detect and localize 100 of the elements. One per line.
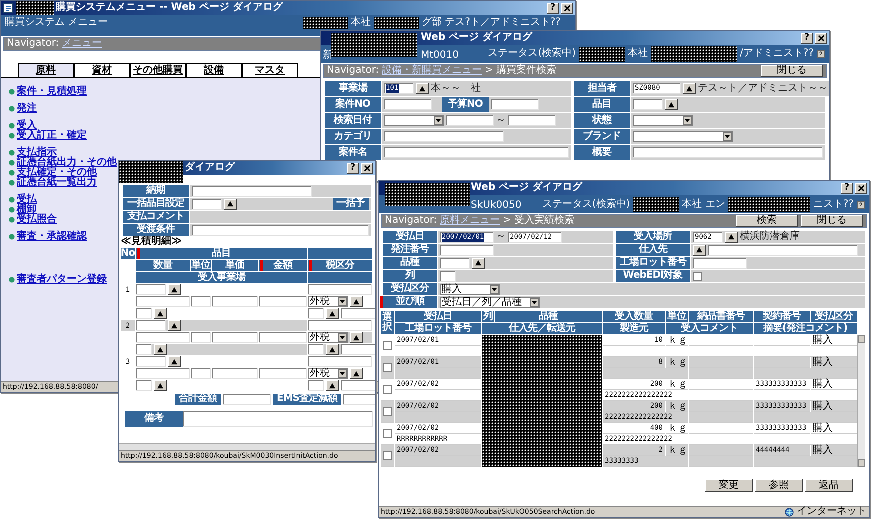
input-field[interactable] [440, 270, 456, 282]
lookup-button[interactable] [683, 83, 696, 94]
input-field[interactable] [136, 344, 152, 355]
lookup-button[interactable] [154, 380, 167, 391]
input-field[interactable] [384, 99, 432, 110]
lookup-button[interactable] [326, 308, 339, 319]
help-button[interactable]: ? [347, 162, 359, 174]
help-button[interactable]: ? [801, 32, 813, 44]
action-button[interactable]: 返品 [805, 479, 853, 492]
input-field[interactable] [136, 308, 152, 319]
menu-link[interactable]: 受入 [17, 121, 37, 131]
input-field[interactable] [693, 258, 747, 268]
input-field[interactable] [191, 332, 211, 343]
input-field[interactable] [633, 147, 823, 158]
lookup-button[interactable] [326, 380, 339, 391]
menu-link[interactable]: 受入訂正・確定 [17, 131, 87, 141]
menu-link[interactable]: 受払 [17, 195, 37, 205]
help-button[interactable]: ? [841, 182, 853, 194]
menu-link[interactable]: 受払照合 [17, 215, 57, 225]
row-checkbox[interactable] [383, 385, 392, 394]
scrollbar[interactable] [119, 443, 375, 450]
input-field[interactable] [440, 258, 470, 268]
lookup-button[interactable] [350, 332, 363, 343]
row-checkbox[interactable] [383, 451, 392, 460]
row-checkbox[interactable] [383, 341, 392, 350]
dropdown-field[interactable] [633, 131, 733, 142]
toolbar-button[interactable]: 閉じる [761, 65, 823, 77]
scrollbar[interactable] [857, 335, 865, 467]
close-button[interactable] [855, 182, 867, 194]
lookup-button[interactable] [665, 99, 678, 110]
menu-link[interactable]: 案件・見積処理 [17, 87, 87, 97]
close-button[interactable] [561, 2, 573, 14]
menu-link[interactable]: 証憑台紙一覧出力 [17, 178, 97, 188]
tab[interactable]: 原料 [18, 63, 74, 77]
input-field[interactable] [446, 115, 494, 126]
input-field[interactable] [508, 115, 556, 126]
input-field[interactable] [136, 356, 166, 367]
tab[interactable]: 設備 [186, 63, 242, 77]
input-field[interactable] [192, 198, 222, 210]
menu-link[interactable]: 支払指示 [17, 148, 57, 158]
input-field[interactable] [440, 244, 494, 256]
input-field[interactable] [308, 356, 372, 367]
input-field[interactable] [308, 344, 324, 355]
input-field[interactable] [136, 380, 152, 391]
input-field[interactable] [136, 320, 166, 331]
input-field[interactable] [183, 411, 373, 427]
input-field[interactable] [633, 99, 663, 110]
lookup-button[interactable] [154, 344, 167, 355]
input-field[interactable] [490, 99, 539, 110]
dropdown-field[interactable]: 受払日／列／品種 [440, 296, 540, 308]
dropdown-field[interactable] [633, 115, 693, 126]
checkbox[interactable] [693, 272, 702, 280]
dropdown-field[interactable]: 外税 [308, 368, 348, 379]
row-checkbox[interactable] [383, 407, 392, 416]
input-field[interactable] [136, 296, 190, 307]
menu-link[interactable]: 棚卸 [17, 205, 37, 215]
menu-link[interactable]: 支払確定・その他 [17, 168, 97, 178]
input-field[interactable] [192, 224, 369, 236]
close-button[interactable] [361, 162, 373, 174]
row-checkbox[interactable] [383, 429, 392, 438]
menu-link[interactable]: 証憑台紙出力・その他 [17, 158, 117, 168]
input-field[interactable] [259, 368, 307, 379]
input-field[interactable] [308, 284, 372, 295]
close-button[interactable] [815, 32, 827, 44]
lookup-button[interactable] [472, 258, 485, 268]
input-field[interactable] [136, 332, 190, 343]
lookup-button[interactable] [326, 344, 339, 355]
tab[interactable]: マスタ [242, 63, 298, 77]
lookup-button[interactable] [168, 356, 181, 367]
lookup-button[interactable] [350, 296, 363, 307]
dropdown-field[interactable] [384, 115, 444, 126]
input-field[interactable] [191, 296, 211, 307]
input-field[interactable] [212, 332, 258, 343]
dropdown-field[interactable]: 外税 [308, 296, 348, 307]
input-field[interactable] [259, 332, 307, 343]
row-checkbox[interactable] [383, 363, 392, 372]
input-field[interactable] [259, 296, 307, 307]
dropdown-field[interactable]: 外税 [308, 332, 348, 343]
lookup-button[interactable] [416, 83, 429, 94]
input-field[interactable] [708, 244, 858, 256]
input-field[interactable] [308, 320, 372, 331]
lookup-button[interactable] [224, 198, 237, 210]
toolbar-button[interactable]: 検索 [736, 215, 798, 227]
input-field[interactable] [223, 394, 271, 404]
lookup-button[interactable] [154, 308, 167, 319]
input-field[interactable] [192, 186, 312, 196]
lookup-button[interactable] [725, 232, 738, 242]
input-field[interactable] [308, 308, 324, 319]
lookup-button[interactable] [168, 284, 181, 295]
lookup-button[interactable] [350, 368, 363, 379]
menu-link[interactable]: 審査者パターン登録 [17, 275, 107, 285]
tab[interactable]: 資材 [74, 63, 130, 77]
help-button[interactable]: ? [547, 2, 559, 14]
input-field[interactable] [212, 368, 258, 379]
dropdown-field[interactable]: 購入 [440, 284, 500, 294]
toolbar-button[interactable]: 閉じる [801, 215, 863, 227]
lookup-button[interactable] [168, 320, 181, 331]
input-field[interactable] [308, 380, 324, 391]
input-field[interactable] [384, 131, 504, 142]
action-button[interactable]: 参照 [755, 479, 803, 492]
